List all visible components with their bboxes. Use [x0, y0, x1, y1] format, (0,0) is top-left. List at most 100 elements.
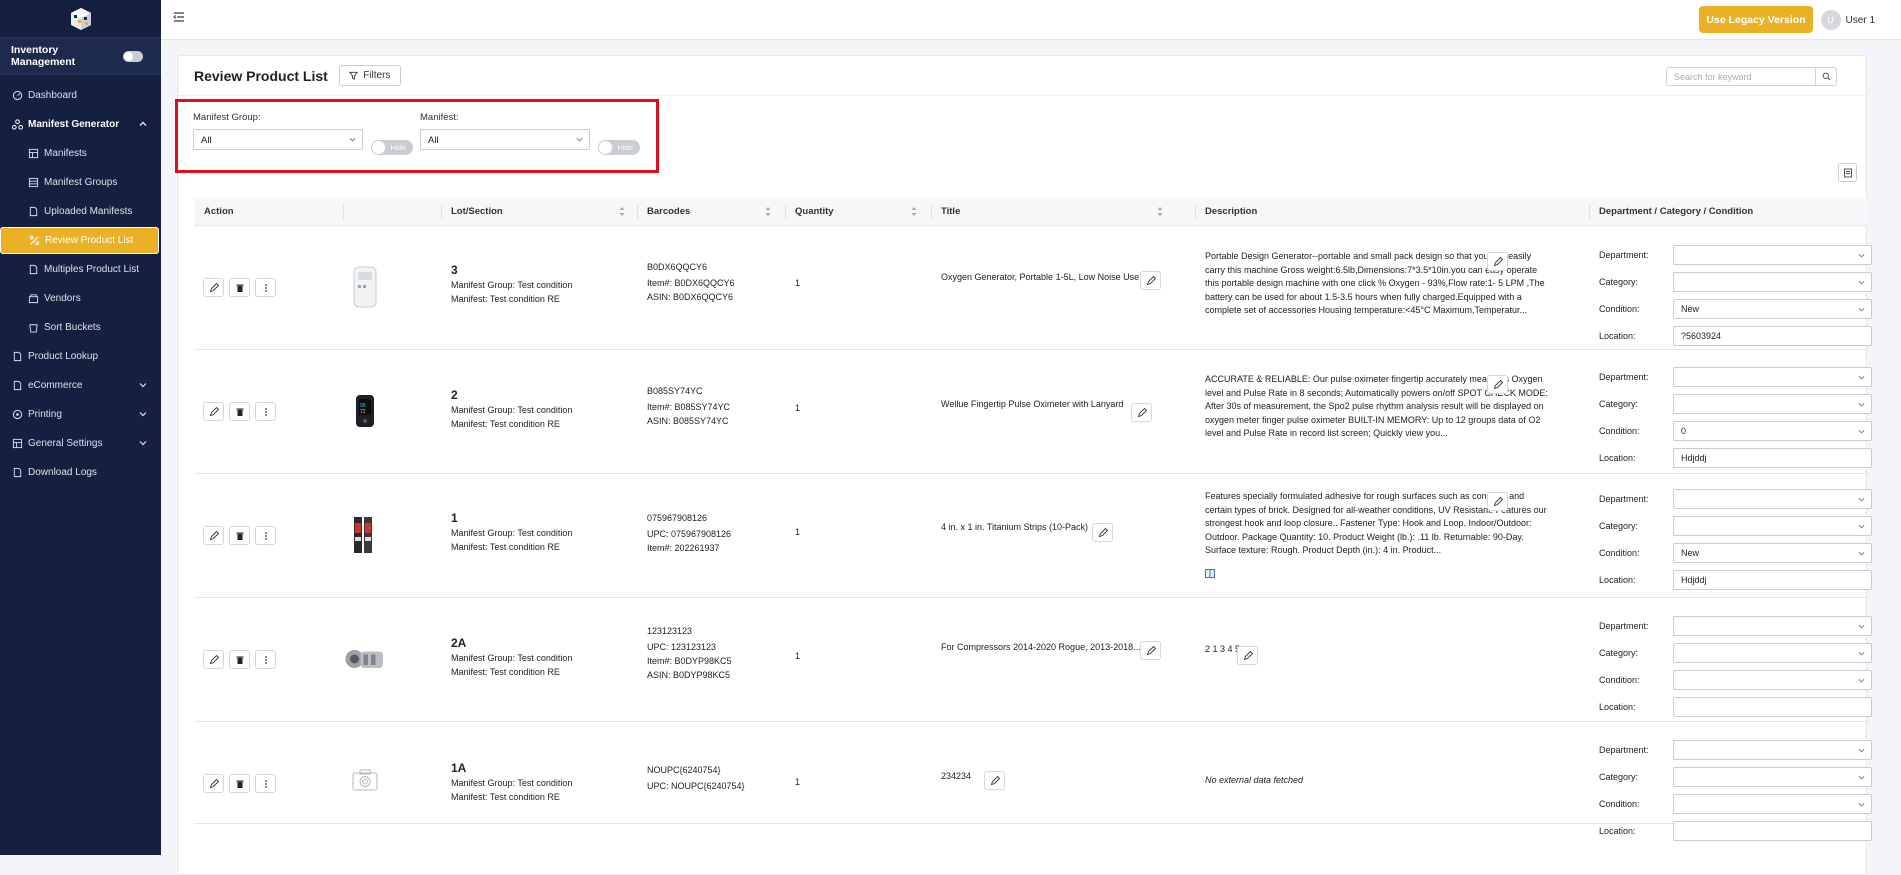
product-thumbnail[interactable] [344, 636, 386, 682]
use-legacy-version-button[interactable]: Use Legacy Version [1699, 6, 1813, 33]
menu-collapse-icon[interactable] [173, 11, 185, 23]
sidebar-item-review-product-list[interactable]: Review Product List [0, 227, 159, 254]
sidebar-item-ecommerce[interactable]: eCommerce [0, 371, 161, 400]
sort-icon[interactable] [1157, 206, 1163, 217]
manifest-hide-toggle[interactable]: Hide [598, 140, 640, 155]
sidebar-item-sort-buckets[interactable]: Sort Buckets [0, 313, 161, 342]
sidebar-item-vendors[interactable]: Vendors [0, 284, 161, 313]
lot-cell: 3 Manifest Group: Test condition Manifes… [451, 263, 572, 306]
search-button[interactable] [1816, 67, 1837, 86]
sidebar-item-general-settings[interactable]: General Settings [0, 429, 161, 458]
condition-select[interactable]: New [1673, 542, 1872, 563]
sort-icon[interactable] [911, 206, 917, 217]
edit-title-button[interactable] [1140, 271, 1161, 290]
sidebar-item-manifest-groups[interactable]: Manifest Groups [0, 168, 161, 197]
table-row-2: 98 72 2 Manifest Group: Test condition Ma… [194, 350, 1872, 474]
condition-select[interactable] [1673, 669, 1872, 690]
delete-button[interactable] [229, 278, 250, 297]
more-options-button[interactable] [255, 650, 276, 669]
edit-title-button[interactable] [1140, 641, 1161, 660]
edit-button[interactable] [203, 774, 224, 793]
delete-button[interactable] [229, 526, 250, 545]
edit-button[interactable] [203, 650, 224, 669]
header-barcodes[interactable]: Barcodes [647, 206, 690, 217]
location-label: Location: [1599, 574, 1636, 585]
more-options-button[interactable] [255, 774, 276, 793]
sort-icon[interactable] [765, 206, 771, 217]
module-toggle[interactable] [123, 50, 143, 62]
category-select[interactable] [1673, 766, 1872, 787]
header-quantity[interactable]: Quantity [795, 206, 834, 217]
multiples-icon [28, 264, 39, 275]
delete-button[interactable] [229, 650, 250, 669]
user-menu[interactable]: U User 1 [1820, 10, 1875, 30]
app-logo[interactable] [0, 0, 161, 38]
category-select[interactable] [1673, 642, 1872, 663]
sidebar-item-multiples-product-list[interactable]: Multiples Product List [0, 255, 161, 284]
condition-select[interactable]: 0 [1673, 420, 1872, 441]
search-input[interactable]: Search for keyword [1666, 67, 1816, 86]
location-input[interactable]: ?5603924 [1673, 325, 1872, 346]
department-select[interactable] [1673, 739, 1872, 760]
pencil-icon [1146, 645, 1156, 655]
edit-button[interactable] [203, 526, 224, 545]
condition-select[interactable]: New [1673, 298, 1872, 319]
pencil-icon [1098, 527, 1108, 537]
inventory-management-switch-row[interactable]: Inventory Management [0, 37, 161, 75]
condition-value: New [1681, 547, 1700, 558]
more-options-button[interactable] [255, 278, 276, 297]
delete-button[interactable] [229, 402, 250, 421]
barcodes-cell: NOUPC{6240754} UPC: NOUPC{6240754} [647, 763, 745, 793]
title-cell: 234234 [941, 771, 972, 781]
edit-button[interactable] [203, 278, 224, 297]
category-select[interactable] [1673, 393, 1872, 414]
edit-title-button[interactable] [1131, 403, 1152, 422]
chevron-down-icon [1858, 651, 1865, 655]
more-options-button[interactable] [255, 402, 276, 421]
manifest-select[interactable]: All [420, 129, 590, 150]
row-actions [203, 278, 276, 297]
manifest-group-select[interactable]: All [193, 129, 363, 150]
delete-button[interactable] [229, 774, 250, 793]
product-thumbnail[interactable] [344, 512, 386, 558]
product-thumbnail[interactable] [344, 760, 386, 806]
edit-button[interactable] [203, 402, 224, 421]
header-title[interactable]: Title [941, 206, 960, 217]
sidebar-item-uploaded-manifests[interactable]: Uploaded Manifests [0, 197, 161, 226]
sidebar-item-download-logs[interactable]: Download Logs [0, 458, 161, 487]
sidebar-item-manifests[interactable]: Manifests [0, 139, 161, 168]
department-select[interactable] [1673, 488, 1872, 509]
open-book-icon[interactable] [1205, 569, 1215, 578]
department-select[interactable] [1673, 615, 1872, 636]
filters-button[interactable]: Filters [338, 65, 401, 86]
sidebar: Inventory Management Dashboard Manifest … [0, 0, 161, 855]
column-settings-button[interactable] [1838, 163, 1857, 182]
manifest-group-hide-toggle[interactable]: Hide [371, 140, 413, 155]
sort-icon[interactable] [619, 206, 625, 217]
edit-description-button[interactable] [1487, 375, 1508, 394]
location-input[interactable] [1673, 696, 1872, 717]
location-input[interactable]: Hdjddj [1673, 447, 1872, 468]
header-lot-section[interactable]: Lot/Section [451, 206, 503, 217]
location-input[interactable] [1673, 820, 1872, 841]
edit-title-button[interactable] [1092, 523, 1113, 542]
edit-description-button[interactable] [1487, 252, 1508, 271]
title-cell: Wellue Fingertip Pulse Oximeter with Lan… [941, 399, 1124, 409]
sidebar-item-printing[interactable]: Printing [0, 400, 161, 429]
edit-title-button[interactable] [984, 771, 1005, 790]
sidebar-item-manifest-generator[interactable]: Manifest Generator [0, 110, 161, 139]
department-select[interactable] [1673, 366, 1872, 387]
product-thumbnail[interactable] [344, 264, 386, 310]
category-select[interactable] [1673, 271, 1872, 292]
department-select[interactable] [1673, 244, 1872, 265]
more-options-button[interactable] [255, 526, 276, 545]
sidebar-item-product-lookup[interactable]: Product Lookup [0, 342, 161, 371]
condition-select[interactable] [1673, 793, 1872, 814]
product-thumbnail[interactable]: 98 72 [344, 388, 386, 434]
edit-description-button[interactable] [1487, 492, 1508, 511]
edit-description-button[interactable] [1237, 646, 1258, 665]
svg-text:72: 72 [360, 409, 366, 415]
location-input[interactable]: Hdjddj [1673, 569, 1872, 590]
sidebar-item-dashboard[interactable]: Dashboard [0, 81, 161, 110]
category-select[interactable] [1673, 515, 1872, 536]
